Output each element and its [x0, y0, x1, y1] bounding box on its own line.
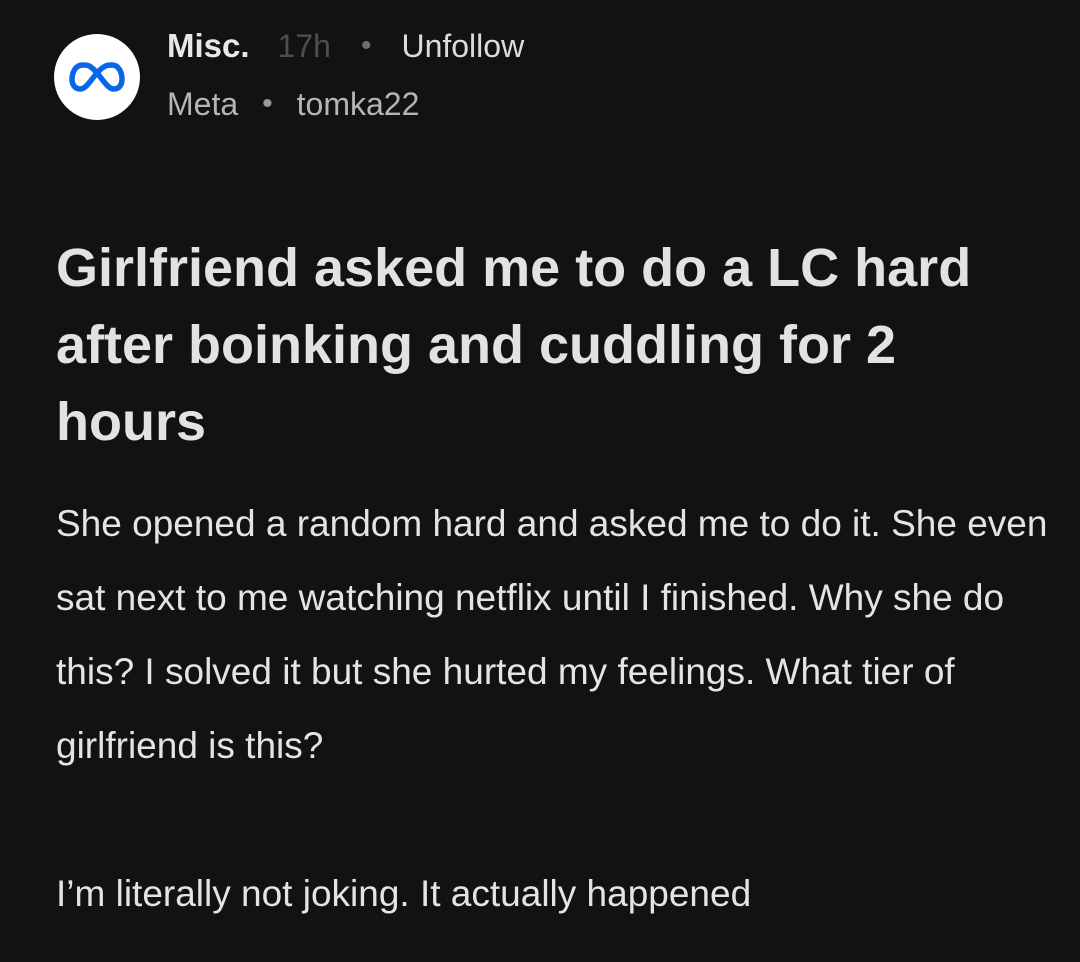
- community-name[interactable]: Misc.: [167, 27, 250, 65]
- post-header-row: Misc. 17h • Unfollow: [167, 26, 524, 66]
- post-subheader-row: Meta • tomka22: [167, 84, 419, 124]
- community-flair: Meta: [167, 85, 239, 122]
- post-body-paragraph: I’m literally not joking. It actually ha…: [56, 873, 752, 914]
- separator-dot: •: [262, 87, 273, 120]
- meta-logo-icon: [68, 61, 126, 93]
- separator-dot: •: [360, 29, 372, 62]
- post-title: Girlfriend asked me to do a LC hard afte…: [56, 238, 972, 452]
- community-avatar[interactable]: [54, 34, 140, 120]
- post-container: Misc. 17h • Unfollow Meta • tomka22 Girl…: [0, 0, 1080, 962]
- post-timestamp: 17h: [277, 27, 331, 64]
- unfollow-button[interactable]: Unfollow: [401, 28, 524, 65]
- post-body-paragraph: She opened a random hard and asked me to…: [56, 503, 1048, 766]
- author-username[interactable]: tomka22: [297, 86, 420, 123]
- post-body: She opened a random hard and asked me to…: [56, 487, 1056, 931]
